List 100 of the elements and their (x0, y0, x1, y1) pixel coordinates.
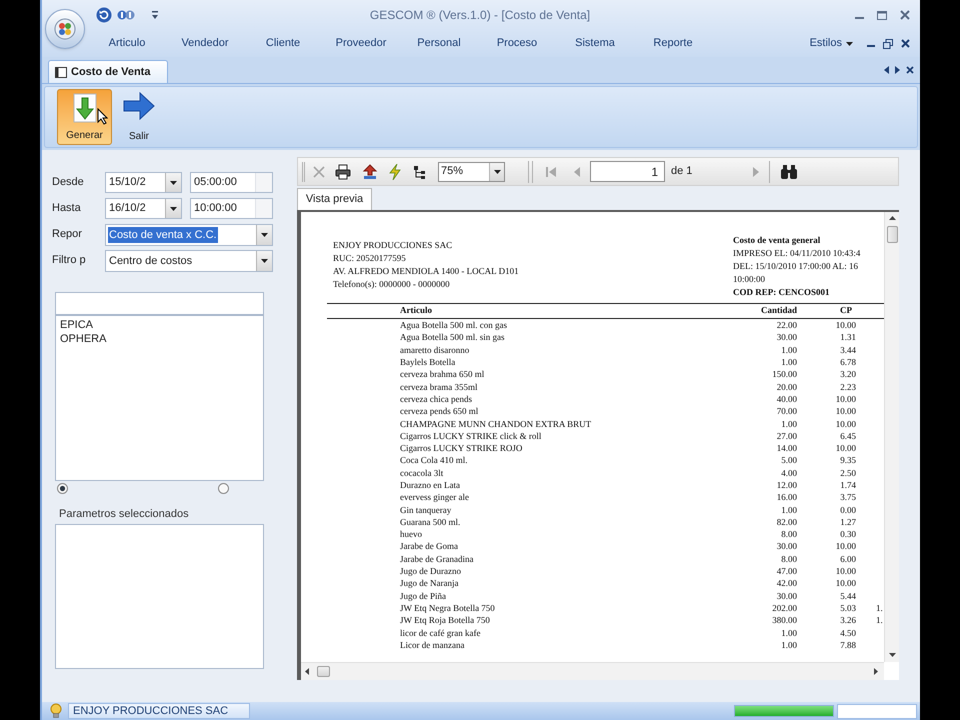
scroll-up-icon[interactable] (888, 216, 896, 220)
date-field[interactable]: 15/10/2 (105, 172, 182, 193)
menu-item[interactable]: Proveedor (322, 35, 400, 52)
toolbar-grip-icon (302, 162, 306, 182)
filter-field[interactable] (55, 292, 264, 315)
maximize-icon[interactable] (877, 10, 887, 20)
lightning-icon[interactable] (388, 164, 402, 180)
radio-button[interactable] (57, 483, 68, 494)
menu-item[interactable]: Sistema (556, 35, 634, 52)
vertical-scrollbar[interactable] (884, 212, 899, 662)
scroll-left-icon[interactable] (305, 668, 309, 675)
table-cell-text: 7.88 (839, 638, 856, 651)
section-label: Parametros seleccionados (59, 507, 190, 521)
printer-icon[interactable] (335, 164, 351, 180)
scroll-right-icon[interactable] (895, 66, 900, 74)
table-cell-text: 10.00 (834, 577, 856, 590)
list-item[interactable]: OPHERA (60, 332, 263, 346)
table-cell-text: 1.00 (780, 356, 797, 368)
table-cell-text: 47.00 (776, 565, 797, 578)
table-cell-text: 3.44 (839, 344, 856, 356)
table-cell-text: Cigarros LUCKY STRIKE ROJO (400, 442, 524, 454)
table-cell-text: 30.00 (776, 590, 797, 602)
menu-item[interactable]: Cliente (244, 35, 322, 52)
scroll-thumb[interactable] (317, 666, 330, 677)
menu-item[interactable]: Personal (400, 35, 478, 52)
table-cell-text: 10.00 (834, 442, 856, 454)
page-number-field[interactable]: 1 (590, 161, 665, 182)
table-cell-text: 6.45 (839, 430, 856, 442)
table-cell-text: 4.50 (839, 626, 856, 639)
binoculars-icon[interactable] (780, 164, 798, 180)
app-menu-button[interactable] (45, 8, 85, 48)
menu-item[interactable]: Articulo (88, 35, 166, 52)
caret-icon (261, 258, 268, 262)
field-label: Desde (52, 175, 85, 190)
table-cell-text: 82.00 (776, 516, 797, 528)
time-field[interactable]: 05:00:00 (190, 172, 273, 193)
menu-item[interactable]: Proceso (478, 35, 556, 52)
report-info-line: 10:00:00 (733, 273, 766, 286)
table-cell-text: Gin tanqueray (400, 504, 452, 516)
table-cell-text: 1.31 (839, 331, 856, 344)
scroll-right-icon[interactable] (874, 668, 878, 675)
table-cell-text: 12.00 (776, 479, 797, 491)
scroll-thumb[interactable] (886, 226, 898, 243)
scroll-down-icon[interactable] (888, 653, 896, 657)
date-field[interactable]: 16/10/2 (105, 198, 182, 219)
table-cell-text: 6.78 (839, 356, 856, 368)
table-cell-text: 10.00 (834, 565, 856, 578)
table-cell-text: Cigarros LUCKY STRIKE click & roll (400, 430, 542, 442)
table-cell-text: Agua Botella 500 ml. sin gas (400, 331, 506, 344)
table-cell-text: 10.00 (834, 540, 856, 552)
table-cell-text: 1.00 (780, 418, 797, 430)
styles-menu[interactable]: Estilos (810, 35, 853, 52)
table-cell-text: Baylels Botella (400, 356, 456, 368)
list-item[interactable]: EPICA (60, 318, 263, 332)
time-field[interactable]: 10:00:00 (190, 198, 273, 219)
ribbon-button[interactable]: Salir (115, 89, 163, 145)
caret-icon (494, 170, 500, 174)
table-cell-text: 27.00 (776, 430, 797, 442)
table-cell-text: 1.74 (839, 479, 856, 491)
table-cell: 1. (876, 602, 883, 614)
horizontal-scrollbar[interactable] (301, 662, 884, 680)
table-cell-text: 1.00 (780, 344, 797, 356)
caret-icon (846, 42, 853, 46)
close-icon[interactable] (906, 66, 914, 74)
list-box[interactable]: EPICA OPHERA (55, 315, 264, 481)
lightbulb-icon (48, 703, 64, 719)
double-circle-icon[interactable] (117, 8, 135, 22)
customize-caret-icon[interactable] (152, 10, 158, 20)
menu-item[interactable]: Reporte (634, 35, 712, 52)
table-cell-text: Jarabe de Granadina (400, 552, 474, 565)
table-cell-text: Jarabe de Goma (400, 540, 459, 552)
close-icon[interactable] (901, 39, 910, 48)
export-icon[interactable] (362, 164, 378, 180)
radio-button[interactable] (218, 483, 229, 494)
dropdown-button[interactable] (165, 199, 181, 218)
zoom-combo[interactable]: 75% (438, 162, 505, 182)
page-count: de 1 (671, 164, 694, 180)
column-header: CP (839, 304, 852, 318)
scroll-left-icon[interactable] (884, 66, 889, 74)
table-cell-text: amaretto disaronno (400, 344, 470, 356)
combo-box[interactable]: Costo de venta x C.C. (105, 224, 273, 246)
restore-icon[interactable] (883, 38, 893, 48)
table-cell-text: 2.23 (839, 380, 856, 393)
refresh-icon[interactable] (96, 7, 112, 23)
ribbon-button[interactable]: Generar (57, 89, 112, 145)
preview-tab[interactable]: Vista previa (297, 188, 372, 210)
table-cell-text: cerveza chica pends (400, 392, 473, 405)
dropdown-button[interactable] (165, 173, 181, 192)
table-cell-text: 6.00 (839, 552, 856, 565)
combo-value: Costo de venta x C.C. (108, 226, 218, 242)
dropdown-button[interactable] (256, 250, 272, 270)
combo-box[interactable]: Centro de costos (105, 250, 273, 272)
window-icon (55, 66, 67, 78)
document-tab[interactable]: Costo de Venta (48, 60, 168, 83)
menu-item[interactable]: Vendedor (166, 35, 244, 52)
close-icon[interactable] (900, 10, 910, 20)
table-cell-text: evervess ginger ale (400, 491, 470, 504)
dropdown-button[interactable] (256, 224, 272, 244)
dropdown-button[interactable] (489, 162, 504, 180)
table-cell-text: 1.00 (780, 504, 797, 516)
